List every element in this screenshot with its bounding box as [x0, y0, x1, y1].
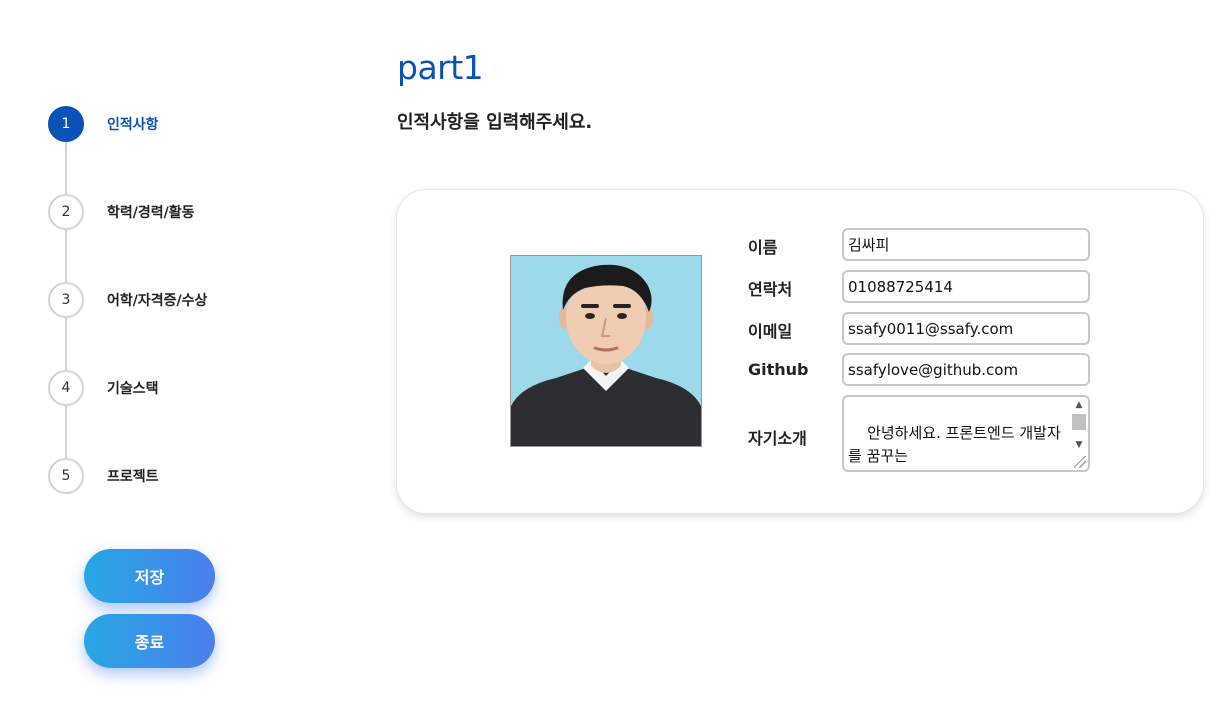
step-label: 인적사항 [107, 117, 159, 133]
intro-textarea[interactable]: 안녕하세요. 프론트엔드 개발자를 꿈꾸는 김싸피 지원자입니다. ▲ ▼ [842, 395, 1090, 472]
profile-photo-image [511, 256, 701, 446]
step-label: 학력/경력/활동 [107, 205, 195, 221]
step-label: 프로젝트 [107, 469, 159, 485]
scroll-thumb[interactable] [1072, 414, 1086, 430]
intro-label: 자기소개 [748, 429, 807, 448]
phone-input[interactable] [842, 270, 1090, 303]
page-title: part1 [397, 48, 484, 87]
profile-photo[interactable] [510, 255, 702, 447]
step-number: 2 [48, 194, 84, 230]
page-subtitle: 인적사항을 입력해주세요. [397, 112, 593, 133]
resize-grip-icon[interactable] [1074, 456, 1086, 468]
save-button[interactable]: 저장 [84, 549, 215, 603]
step-label: 기술스택 [107, 381, 159, 397]
step-number: 3 [48, 282, 84, 318]
github-label: Github [748, 360, 809, 379]
step-education-career[interactable]: 2 학력/경력/활동 [48, 194, 195, 230]
intro-text: 안녕하세요. 프론트엔드 개발자를 꿈꾸는 김싸피 지원자입니다. [848, 424, 1061, 465]
email-input[interactable] [842, 312, 1090, 345]
scroll-up-icon[interactable]: ▲ [1071, 398, 1087, 412]
progress-stepper: 1 인적사항 2 학력/경력/활동 3 어학/자격증/수상 4 기술스택 5 프… [48, 106, 328, 496]
step-label: 어학/자격증/수상 [107, 293, 208, 309]
exit-button[interactable]: 종료 [84, 614, 215, 668]
name-label: 이름 [748, 238, 778, 257]
step-number: 5 [48, 458, 84, 494]
step-personal-info[interactable]: 1 인적사항 [48, 106, 159, 142]
email-label: 이메일 [748, 322, 793, 341]
name-input[interactable] [842, 228, 1090, 261]
scroll-down-icon[interactable]: ▼ [1071, 438, 1087, 452]
step-project[interactable]: 5 프로젝트 [48, 458, 159, 494]
textarea-scrollbar[interactable]: ▲ ▼ [1071, 398, 1087, 452]
phone-label: 연락처 [748, 280, 793, 299]
step-language-certificate[interactable]: 3 어학/자격증/수상 [48, 282, 207, 318]
step-number: 4 [48, 370, 84, 406]
step-tech-stack[interactable]: 4 기술스택 [48, 370, 159, 406]
step-number: 1 [48, 106, 84, 142]
profile-card: 이름 연락처 이메일 Github 자기소개 안녕하세요. 프론트엔드 개발자를… [396, 189, 1204, 514]
github-input[interactable] [842, 353, 1090, 386]
